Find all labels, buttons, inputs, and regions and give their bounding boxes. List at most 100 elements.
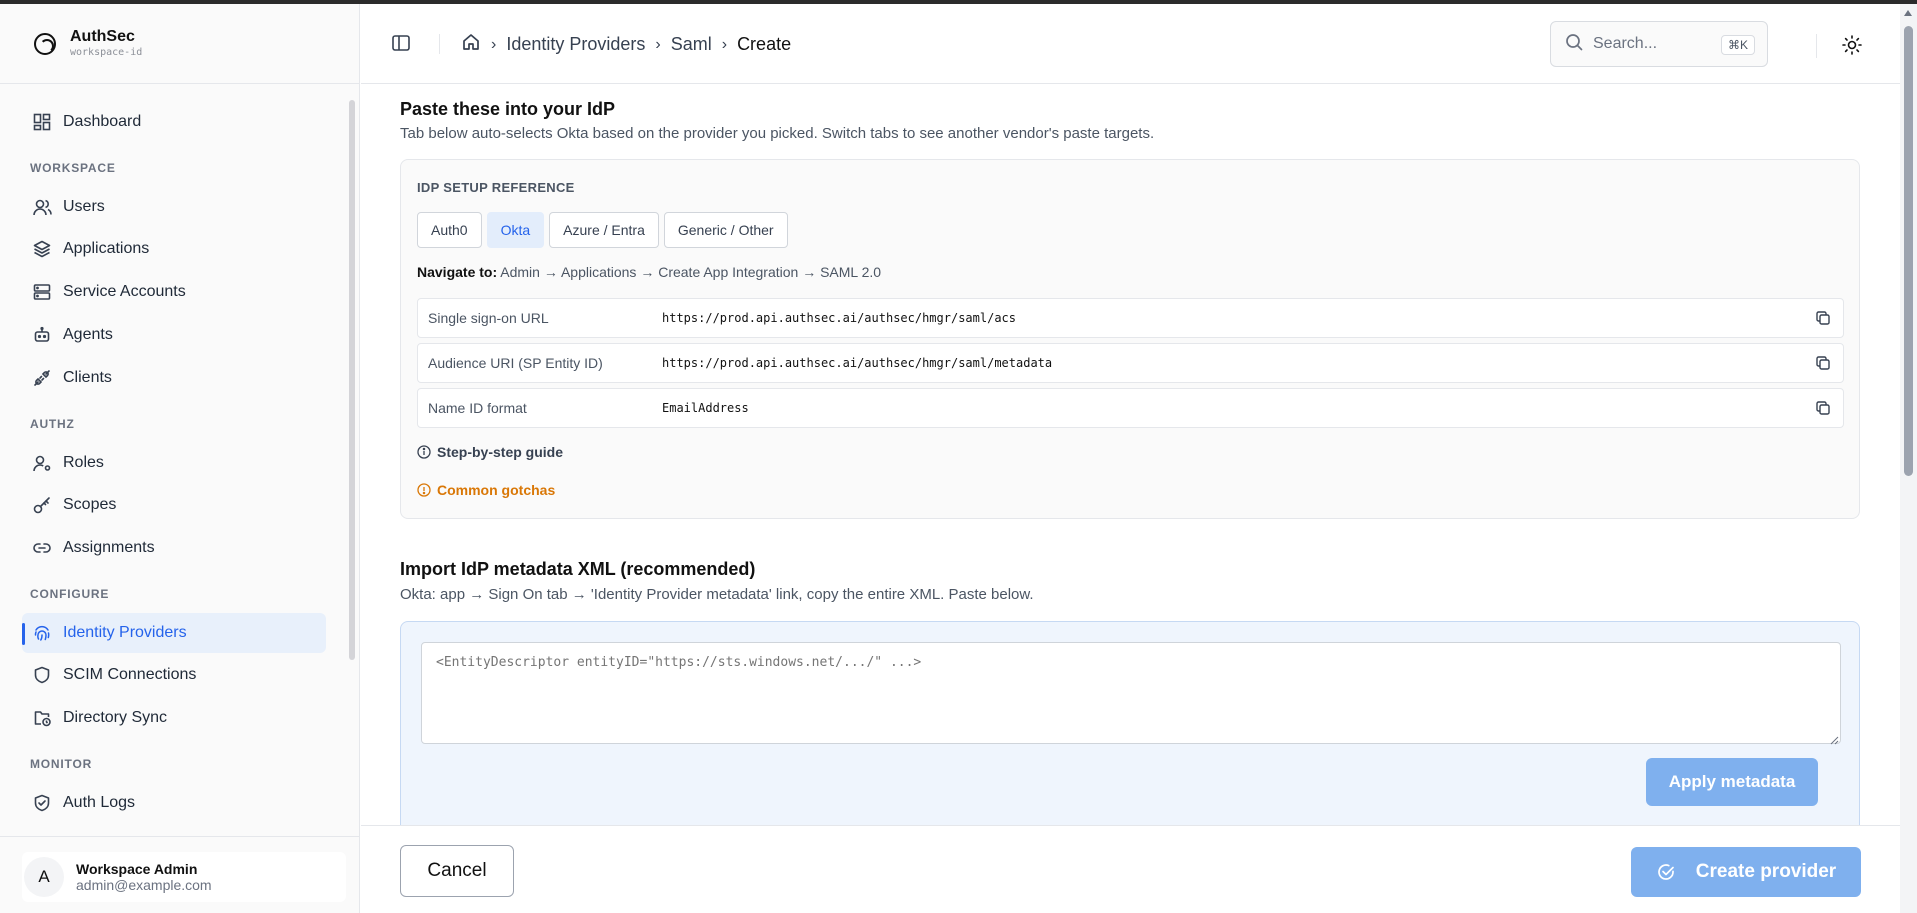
sidebar-item-identity-providers[interactable]: Identity Providers xyxy=(22,613,326,653)
section-authz: AUTHZ xyxy=(30,417,75,431)
sidebar-item-label: Service Accounts xyxy=(63,283,186,300)
search-shortcut: ⌘K xyxy=(1720,35,1755,55)
field-row-sso-url: Single sign-on URL https://prod.api.auth… xyxy=(417,298,1844,338)
dashboard-icon xyxy=(32,112,52,132)
reference-heading: IDP SETUP REFERENCE xyxy=(417,180,575,195)
search-placeholder: Search... xyxy=(1593,35,1658,52)
sidebar-item-directory-sync[interactable]: Directory Sync xyxy=(22,698,326,738)
user-name: Workspace Admin xyxy=(76,861,198,877)
vendor-tabs: Auth0 Okta Azure / Entra Generic / Other xyxy=(417,212,788,248)
field-row-audience-uri: Audience URI (SP Entity ID) https://prod… xyxy=(417,343,1844,383)
brand[interactable]: AuthSec workspace-id xyxy=(0,4,359,84)
chevron-right-icon: › xyxy=(655,35,661,53)
import-section-description: Okta: app → Sign On tab → 'Identity Prov… xyxy=(400,586,1034,603)
metadata-xml-textarea[interactable] xyxy=(421,642,1841,744)
sidebar-scrollbar-thumb[interactable] xyxy=(349,100,355,660)
avatar: A xyxy=(24,857,64,897)
breadcrumb-saml[interactable]: Saml xyxy=(671,34,712,55)
user-email: admin@example.com xyxy=(76,877,212,893)
sun-icon[interactable] xyxy=(1841,34,1863,56)
page-scrollbar-thumb[interactable] xyxy=(1904,26,1913,476)
page-scrollbar[interactable] xyxy=(1900,4,1917,913)
copy-icon[interactable] xyxy=(1815,355,1831,371)
header-divider xyxy=(439,34,440,54)
alert-circle-icon xyxy=(417,483,431,497)
server-icon xyxy=(32,282,52,302)
copy-icon[interactable] xyxy=(1815,400,1831,416)
chevron-right-icon: › xyxy=(491,35,497,53)
sidebar-item-label: SCIM Connections xyxy=(63,666,197,683)
breadcrumb-identity-providers[interactable]: Identity Providers xyxy=(506,34,645,55)
sidebar-item-label: Users xyxy=(63,198,105,215)
paste-section-title: Paste these into your IdP xyxy=(400,99,616,119)
create-provider-button[interactable]: Create provider xyxy=(1631,847,1861,897)
sidebar-item-label: Clients xyxy=(63,369,112,386)
sidebar-item-label: Applications xyxy=(63,240,150,257)
sidebar-scrollbar[interactable] xyxy=(348,88,356,833)
sidebar-item-label: Auth Logs xyxy=(63,794,136,811)
check-circle-icon xyxy=(1656,862,1676,882)
scroll-up-arrow-icon[interactable] xyxy=(1904,10,1912,16)
header-divider xyxy=(1816,34,1817,58)
resize-handle-icon[interactable] xyxy=(1829,732,1839,745)
sidebar-item-label: Roles xyxy=(63,454,104,471)
user-cog-icon xyxy=(32,453,52,473)
field-label: Audience URI (SP Entity ID) xyxy=(428,355,603,371)
sidebar-toggle-icon[interactable] xyxy=(391,33,411,53)
tab-generic-other[interactable]: Generic / Other xyxy=(663,212,788,248)
main-content: Paste these into your IdP Tab below auto… xyxy=(361,85,1900,825)
info-icon xyxy=(417,445,431,459)
navigate-label: Navigate to: xyxy=(417,264,498,280)
brand-name: AuthSec xyxy=(70,27,135,45)
bot-icon xyxy=(32,325,52,345)
import-metadata-panel: Apply metadata xyxy=(400,621,1860,825)
search-input[interactable]: Search... ⌘K xyxy=(1550,21,1768,67)
sidebar-item-clients[interactable]: Clients xyxy=(22,358,326,398)
field-label: Single sign-on URL xyxy=(428,310,549,326)
breadcrumb-current: Create xyxy=(737,34,792,54)
sidebar-item-dashboard[interactable]: Dashboard xyxy=(22,102,326,142)
sidebar-item-users[interactable]: Users xyxy=(22,187,326,227)
sidebar-item-service-accounts[interactable]: Service Accounts xyxy=(22,272,326,312)
field-value: https://prod.api.authsec.ai/authsec/hmgr… xyxy=(662,356,1053,370)
idp-setup-reference: IDP SETUP REFERENCE Auth0 Okta Azure / E… xyxy=(400,159,1860,519)
sidebar-item-label: Scopes xyxy=(63,496,117,513)
plug-icon xyxy=(32,368,52,388)
sidebar-item-scopes[interactable]: Scopes xyxy=(22,485,326,525)
sidebar-item-label: Identity Providers xyxy=(63,624,187,641)
apply-metadata-button[interactable]: Apply metadata xyxy=(1646,758,1818,806)
workspace-id: workspace-id xyxy=(70,46,143,58)
sidebar-item-agents[interactable]: Agents xyxy=(22,315,326,355)
sidebar-item-auth-logs[interactable]: Auth Logs xyxy=(22,783,326,823)
top-bar: › Identity Providers › Saml › Create Sea… xyxy=(361,4,1900,84)
copy-icon[interactable] xyxy=(1815,310,1831,326)
fingerprint-icon xyxy=(32,623,52,643)
chevron-right-icon: › xyxy=(721,35,728,53)
sidebar-item-roles[interactable]: Roles xyxy=(22,443,326,483)
sidebar-item-assignments[interactable]: Assignments xyxy=(22,528,326,568)
field-value: EmailAddress xyxy=(662,401,749,415)
authsec-logo-icon xyxy=(34,32,56,55)
layers-icon xyxy=(32,239,52,259)
cancel-button[interactable]: Cancel xyxy=(400,845,514,897)
search-icon xyxy=(1565,33,1583,56)
import-section-title: Import IdP metadata XML (recommended) xyxy=(400,559,756,579)
step-by-step-guide-toggle[interactable]: Step-by-step guide xyxy=(417,444,563,460)
user-menu[interactable]: A Workspace Admin admin@example.com xyxy=(22,852,346,902)
key-icon xyxy=(32,495,52,515)
section-configure: CONFIGURE xyxy=(30,587,110,601)
tab-azure-entra[interactable]: Azure / Entra xyxy=(549,212,659,248)
gotchas-label: Common gotchas xyxy=(437,482,556,498)
form-footer: Cancel Create provider xyxy=(361,825,1900,913)
sidebar-item-scim-connections[interactable]: SCIM Connections xyxy=(22,655,326,695)
sidebar-item-label: Directory Sync xyxy=(63,709,168,726)
common-gotchas-toggle[interactable]: Common gotchas xyxy=(417,482,555,498)
sidebar-item-applications[interactable]: Applications xyxy=(22,229,326,269)
home-icon[interactable] xyxy=(461,32,481,57)
create-provider-label: Create provider xyxy=(1695,861,1837,882)
navigate-hint: Navigate to: Admin → Applications → Crea… xyxy=(417,264,881,280)
tab-auth0[interactable]: Auth0 xyxy=(417,212,482,248)
shield-icon xyxy=(32,665,52,685)
sidebar-divider xyxy=(0,836,360,837)
tab-okta[interactable]: Okta xyxy=(486,212,545,248)
